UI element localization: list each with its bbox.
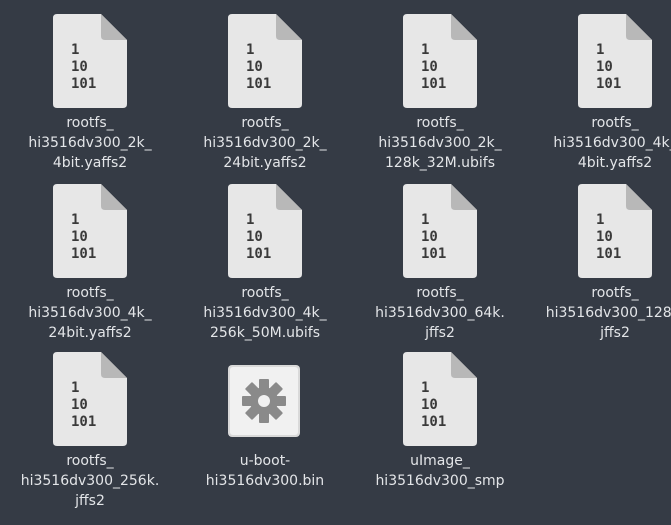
binary-glyph-row1: 1 [246,212,254,228]
binary-file-icon: 1 10 101 [403,14,477,108]
file-name-line: hi3516dv300_128k. [545,305,671,321]
file-name-label: rootfs_ hi3516dv300_2k_ 4bit.yaffs2 [10,113,170,173]
binary-glyph-row1: 1 [71,42,79,58]
file-name-line: uImage_ [410,453,470,469]
file-item[interactable]: 1 10 101 rootfs_ hi3516dv300_2k_ 4bit.yaff… [10,14,170,173]
file-item[interactable]: 1 10 101 rootfs_ hi3516dv300_4k_ 4bit.yaff… [535,14,671,173]
file-name-line: 24bit.yaffs2 [223,155,307,171]
binary-glyph-row3: 101 [71,76,96,92]
file-name-label: rootfs_ hi3516dv300_256k. jffs2 [10,451,170,511]
binary-glyph-row3: 101 [71,414,96,430]
binary-glyph-row2: 10 [71,59,88,75]
binary-glyph-row2: 10 [71,229,88,245]
file-name-line: 4bit.yaffs2 [577,155,653,171]
file-item[interactable]: 1 10 101 rootfs_ hi3516dv300_64k. jffs2 [360,184,520,343]
file-name-label: rootfs_ hi3516dv300_2k_ 128k_32M.ubifs [360,113,520,173]
file-name-line: hi3516dv300_256k. [20,473,160,489]
file-name-line: rootfs_ [416,115,464,131]
file-name-label: rootfs_ hi3516dv300_4k_ 4bit.yaffs2 [535,113,671,173]
file-name-label: rootfs_ hi3516dv300_4k_ 24bit.yaffs2 [10,283,170,343]
file-name-line: 128k_32M.ubifs [384,155,496,171]
file-name-line: 256k_50M.ubifs [209,325,321,341]
binary-file-icon: 1 10 101 [53,14,127,108]
binary-glyph-row3: 101 [421,414,446,430]
file-name-line: hi3516dv300_4k_ [553,135,671,151]
file-name-line: hi3516dv300_2k_ [28,135,152,151]
binary-glyph-row2: 10 [246,229,263,245]
binary-file-icon: 1 10 101 [403,352,477,446]
binary-file-icon: 1 10 101 [53,184,127,278]
binary-glyph-row3: 101 [246,246,271,262]
file-item[interactable]: u-boot-hi3516dv300.bin [185,352,345,491]
binary-glyph-row2: 10 [421,59,438,75]
file-item[interactable]: 1 10 101 rootfs_ hi3516dv300_2k_ 128k_32M.… [360,14,520,173]
binary-file-icon: 1 10 101 [53,352,127,446]
file-name-line: jffs2 [600,325,630,341]
file-name-line: rootfs_ [591,115,639,131]
binary-glyph-row1: 1 [421,212,429,228]
binary-glyph-row1: 1 [421,380,429,396]
file-item[interactable]: 1 10 101 uImage_ hi3516dv300_smp [360,352,520,491]
binary-glyph-row1: 1 [596,42,604,58]
binary-glyph-row2: 10 [71,397,88,413]
file-name-line: 24bit.yaffs2 [48,325,132,341]
file-name-label: rootfs_ hi3516dv300_128k. jffs2 [535,283,671,343]
file-grid: 1 10 101 rootfs_ hi3516dv300_2k_ 4bit.yaff… [0,0,671,525]
binary-glyph-row3: 101 [71,246,96,262]
gear-file-icon [228,365,300,437]
binary-glyph-row3: 101 [421,246,446,262]
binary-file-icon: 1 10 101 [578,184,652,278]
file-name-label: u-boot-hi3516dv300.bin [185,451,345,491]
file-item[interactable]: 1 10 101 rootfs_ hi3516dv300_256k. jffs2 [10,352,170,511]
binary-file-icon: 1 10 101 [403,184,477,278]
file-name-line: hi3516dv300.bin [205,473,325,489]
binary-glyph-row1: 1 [596,212,604,228]
file-name-line: rootfs_ [416,285,464,301]
file-name-line: hi3516dv300_2k_ [378,135,502,151]
binary-file-icon: 1 10 101 [578,14,652,108]
file-name-line: hi3516dv300_4k_ [28,305,152,321]
file-name-line: rootfs_ [591,285,639,301]
binary-glyph-row2: 10 [421,397,438,413]
binary-glyph-row3: 101 [596,246,621,262]
file-item[interactable]: 1 10 101 rootfs_ hi3516dv300_2k_ 24bit.yaf… [185,14,345,173]
binary-glyph-row2: 10 [596,59,613,75]
file-name-line: rootfs_ [66,285,114,301]
binary-file-icon: 1 10 101 [228,184,302,278]
file-name-line: rootfs_ [241,115,289,131]
binary-glyph-row1: 1 [71,212,79,228]
file-name-line: rootfs_ [241,285,289,301]
file-name-line: hi3516dv300_4k_ [203,305,327,321]
file-name-line: hi3516dv300_64k. [375,305,505,321]
file-item[interactable]: 1 10 101 rootfs_ hi3516dv300_4k_ 256k_50M.… [185,184,345,343]
binary-glyph-row1: 1 [71,380,79,396]
binary-glyph-row3: 101 [421,76,446,92]
binary-glyph-row3: 101 [246,76,271,92]
file-name-line: rootfs_ [66,453,114,469]
file-name-line: jffs2 [75,493,105,509]
binary-glyph-row2: 10 [246,59,263,75]
file-name-line: rootfs_ [66,115,114,131]
file-name-line: hi3516dv300_2k_ [203,135,327,151]
binary-glyph-row1: 1 [246,42,254,58]
file-name-line: 4bit.yaffs2 [52,155,128,171]
file-name-label: rootfs_ hi3516dv300_2k_ 24bit.yaffs2 [185,113,345,173]
file-name-line: u-boot- [239,453,291,469]
file-name-label: rootfs_ hi3516dv300_64k. jffs2 [360,283,520,343]
binary-glyph-row2: 10 [596,229,613,245]
file-item[interactable]: 1 10 101 rootfs_ hi3516dv300_4k_ 24bit.yaf… [10,184,170,343]
binary-glyph-row1: 1 [421,42,429,58]
file-name-line: jffs2 [425,325,455,341]
binary-glyph-row2: 10 [421,229,438,245]
binary-glyph-row3: 101 [596,76,621,92]
file-item[interactable]: 1 10 101 rootfs_ hi3516dv300_128k. jffs2 [535,184,671,343]
file-name-label: rootfs_ hi3516dv300_4k_ 256k_50M.ubifs [185,283,345,343]
file-name-line: hi3516dv300_smp [375,473,505,489]
binary-file-icon: 1 10 101 [228,14,302,108]
file-name-label: uImage_ hi3516dv300_smp [360,451,520,491]
